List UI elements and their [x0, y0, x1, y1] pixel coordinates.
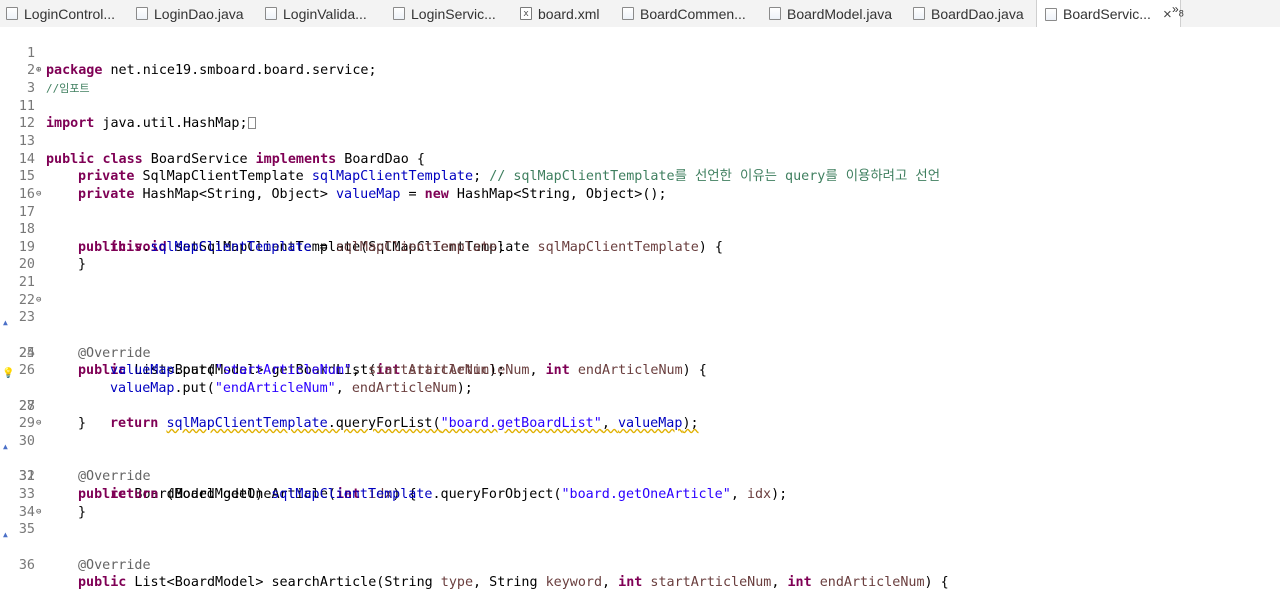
fold-expand-icon[interactable]: ⊕ [36, 66, 43, 75]
chevron-right-icon: » [1172, 2, 1179, 16]
tab-board-commen[interactable]: BoardCommen... [622, 0, 746, 27]
code-line: 14 private SqlMapClientTemplate sqlMapCl… [0, 133, 1280, 185]
tab-login-service[interactable]: LoginServic... [393, 0, 496, 27]
fold-collapse-icon[interactable]: ⊖ [36, 295, 43, 304]
tab-label: BoardServic... [1063, 6, 1151, 22]
fold-collapse-icon[interactable]: ⊖ [36, 419, 43, 428]
code-line: 💡 27 return sqlMapClientTemplate.queryFo… [0, 362, 1280, 431]
tab-label: board.xml [538, 5, 600, 22]
code-line: 28 } [0, 380, 1280, 432]
java-file-icon [265, 7, 277, 20]
code-line: 30 ⊖ @Override [0, 415, 1280, 484]
code-line: 22 [0, 274, 1280, 308]
code-line: 20 [0, 239, 1280, 272]
tab-board-model[interactable]: BoardModel.java [769, 0, 892, 27]
code-line: 18 this.sqlMapClientTemplate = sqlMapCli… [0, 204, 1280, 255]
java-file-icon [393, 7, 405, 20]
code-line: 3 ⊕ import java.util.HashMap; [0, 62, 1280, 131]
tab-label: LoginDao.java [154, 5, 244, 22]
code-line: 34 [0, 486, 1280, 520]
tab-label: BoardDao.java [931, 5, 1024, 22]
code-line: 12 [0, 98, 1280, 131]
code-line: 29 [0, 398, 1280, 431]
tab-label: LoginValida... [283, 5, 367, 22]
tab-login-validator[interactable]: LoginValida... [265, 0, 367, 27]
java-file-icon [769, 7, 781, 20]
code-line: 33 } [0, 468, 1280, 520]
xml-file-icon: x [520, 7, 532, 20]
line-code: @Override [78, 557, 151, 573]
tab-label: BoardModel.java [787, 5, 893, 22]
code-line: ▲ 36 public List<BoardModel> searchArtic… [0, 521, 1280, 590]
java-file-icon [913, 7, 925, 20]
overflow-count: 8 [1178, 8, 1184, 19]
code-line: 32 return (BoardModel) sqlMapClientTempl… [0, 451, 1280, 502]
fold-collapse-icon[interactable]: ⊖ [36, 189, 43, 198]
line-number: 36 [18, 557, 35, 573]
code-line: 25 valueMap.put("startArticleNum", start… [0, 327, 1280, 379]
fold-collapse-icon[interactable]: ⊖ [36, 507, 43, 516]
code-line: 19 } [0, 221, 1280, 273]
tab-board-dao[interactable]: BoardDao.java [913, 0, 1024, 27]
java-file-icon [622, 7, 634, 20]
code-line: 21 [0, 256, 1280, 290]
code-line: 35 ⊖ @Override [0, 504, 1280, 572]
warning-lightbulb-icon[interactable]: 💡 [2, 365, 14, 379]
tab-label: LoginControl... [24, 5, 116, 22]
code-line: 13 public class BoardService implements … [0, 115, 1280, 167]
tab-label: BoardCommen... [640, 5, 746, 22]
code-line: 26 valueMap.put("endArticleNum", endArti… [0, 345, 1280, 396]
code-line: 1 package net.nice19.smboard.board.servi… [0, 27, 1280, 79]
java-file-icon [6, 7, 18, 20]
code-line: 16 [0, 168, 1280, 202]
code-line: 2 //임포트 [0, 45, 1280, 95]
line-code: public List<BoardModel> searchArticle(St… [78, 575, 949, 591]
tab-label: LoginServic... [411, 5, 496, 22]
code-editor[interactable]: 1 package net.nice19.smboard.board.servi… [0, 27, 1280, 590]
tab-board-service[interactable]: BoardServic... × [1036, 0, 1181, 28]
code-line: 11 [0, 80, 1280, 114]
close-icon[interactable]: × [1163, 6, 1172, 23]
code-line: 15 private HashMap<String, Object> value… [0, 151, 1280, 202]
editor-tab-bar: LoginControl... LoginDao.java LoginValid… [0, 0, 1280, 28]
code-line: ▲ 24 public List<BoardModel> getBoardLis… [0, 309, 1280, 378]
tab-login-dao[interactable]: LoginDao.java [136, 0, 244, 27]
code-line: 17 ⊖ public void setSqlMapClientTemplate… [0, 186, 1280, 254]
tab-overflow-button[interactable]: »8 [1172, 2, 1184, 18]
code-line: ▲ 31 public BoardModel getOneArticle(int… [0, 433, 1280, 502]
java-file-icon [1045, 7, 1057, 21]
tab-board-xml[interactable]: x board.xml [520, 0, 599, 27]
code-line: 23 ⊖ @Override [0, 292, 1280, 360]
tab-login-controller[interactable]: LoginControl... [6, 0, 115, 27]
java-file-icon [136, 7, 148, 20]
override-marker-icon[interactable]: ▲ [3, 526, 8, 544]
